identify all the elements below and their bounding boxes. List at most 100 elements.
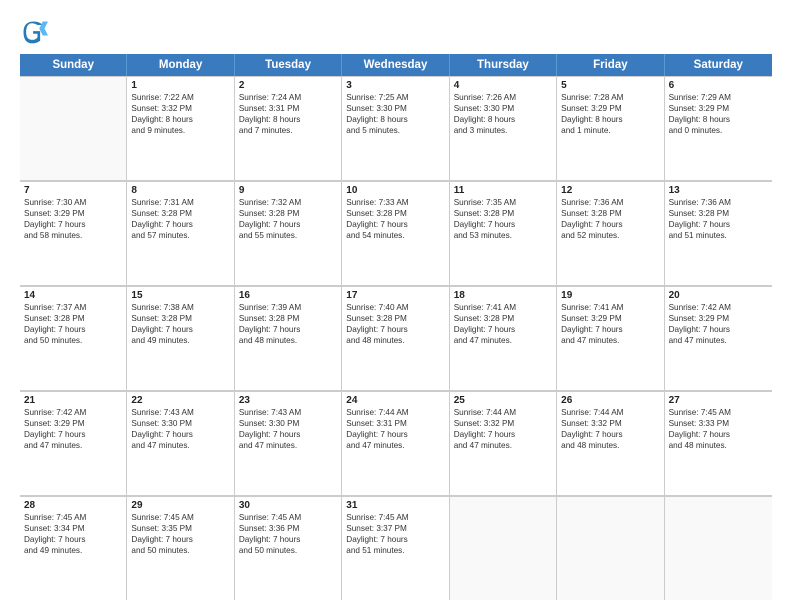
logo-icon xyxy=(20,18,48,46)
day-info-line: Daylight: 7 hours xyxy=(131,219,229,230)
day-cell-14: 14Sunrise: 7:37 AMSunset: 3:28 PMDayligh… xyxy=(20,287,127,390)
weekday-header-tuesday: Tuesday xyxy=(235,54,342,76)
day-number: 10 xyxy=(346,185,444,196)
day-info-line: Sunrise: 7:39 AM xyxy=(239,302,337,313)
day-number: 15 xyxy=(131,290,229,301)
weekday-header-wednesday: Wednesday xyxy=(342,54,449,76)
day-info-line: Daylight: 7 hours xyxy=(454,324,552,335)
day-info-line: Sunset: 3:32 PM xyxy=(131,103,229,114)
day-info-line: Sunrise: 7:41 AM xyxy=(561,302,659,313)
calendar-row-4: 21Sunrise: 7:42 AMSunset: 3:29 PMDayligh… xyxy=(20,391,772,496)
day-info-line: Sunrise: 7:45 AM xyxy=(669,407,768,418)
day-number: 31 xyxy=(346,500,444,511)
day-info-line: Daylight: 7 hours xyxy=(454,429,552,440)
day-number: 1 xyxy=(131,80,229,91)
day-info-line: Sunset: 3:28 PM xyxy=(561,208,659,219)
day-info-line: and 7 minutes. xyxy=(239,125,337,136)
day-cell-19: 19Sunrise: 7:41 AMSunset: 3:29 PMDayligh… xyxy=(557,287,664,390)
day-number: 9 xyxy=(239,185,337,196)
day-number: 8 xyxy=(131,185,229,196)
day-info-line: Sunrise: 7:38 AM xyxy=(131,302,229,313)
day-cell-21: 21Sunrise: 7:42 AMSunset: 3:29 PMDayligh… xyxy=(20,392,127,495)
empty-cell xyxy=(665,497,772,600)
day-info-line: Sunset: 3:28 PM xyxy=(239,208,337,219)
calendar-body: 1Sunrise: 7:22 AMSunset: 3:32 PMDaylight… xyxy=(20,76,772,600)
day-info-line: Sunrise: 7:43 AM xyxy=(239,407,337,418)
day-cell-28: 28Sunrise: 7:45 AMSunset: 3:34 PMDayligh… xyxy=(20,497,127,600)
day-info-line: Daylight: 8 hours xyxy=(346,114,444,125)
day-info-line: Sunrise: 7:45 AM xyxy=(346,512,444,523)
day-number: 27 xyxy=(669,395,768,406)
day-info-line: and 0 minutes. xyxy=(669,125,768,136)
day-info-line: Daylight: 7 hours xyxy=(346,219,444,230)
day-cell-10: 10Sunrise: 7:33 AMSunset: 3:28 PMDayligh… xyxy=(342,182,449,285)
day-info-line: Daylight: 7 hours xyxy=(669,219,768,230)
day-info-line: Sunset: 3:30 PM xyxy=(239,418,337,429)
day-info-line: Sunset: 3:29 PM xyxy=(669,313,768,324)
day-info-line: Sunset: 3:29 PM xyxy=(561,313,659,324)
day-info-line: and 50 minutes. xyxy=(239,545,337,556)
day-info-line: Sunrise: 7:41 AM xyxy=(454,302,552,313)
calendar-header: SundayMondayTuesdayWednesdayThursdayFrid… xyxy=(20,54,772,76)
day-info-line: Sunrise: 7:44 AM xyxy=(454,407,552,418)
day-number: 12 xyxy=(561,185,659,196)
day-cell-11: 11Sunrise: 7:35 AMSunset: 3:28 PMDayligh… xyxy=(450,182,557,285)
day-info-line: and 51 minutes. xyxy=(669,230,768,241)
day-cell-7: 7Sunrise: 7:30 AMSunset: 3:29 PMDaylight… xyxy=(20,182,127,285)
day-number: 22 xyxy=(131,395,229,406)
day-number: 24 xyxy=(346,395,444,406)
calendar: SundayMondayTuesdayWednesdayThursdayFrid… xyxy=(20,54,772,600)
day-number: 5 xyxy=(561,80,659,91)
day-info-line: Daylight: 7 hours xyxy=(239,324,337,335)
calendar-row-5: 28Sunrise: 7:45 AMSunset: 3:34 PMDayligh… xyxy=(20,496,772,600)
day-number: 21 xyxy=(24,395,122,406)
day-info-line: and 54 minutes. xyxy=(346,230,444,241)
day-info-line: and 47 minutes. xyxy=(24,440,122,451)
day-cell-4: 4Sunrise: 7:26 AMSunset: 3:30 PMDaylight… xyxy=(450,77,557,180)
day-info-line: Sunset: 3:28 PM xyxy=(24,313,122,324)
day-info-line: and 5 minutes. xyxy=(346,125,444,136)
day-info-line: Sunset: 3:30 PM xyxy=(346,103,444,114)
day-info-line: Sunrise: 7:35 AM xyxy=(454,197,552,208)
day-cell-6: 6Sunrise: 7:29 AMSunset: 3:29 PMDaylight… xyxy=(665,77,772,180)
day-info-line: and 48 minutes. xyxy=(346,335,444,346)
day-info-line: and 51 minutes. xyxy=(346,545,444,556)
day-info-line: Sunset: 3:28 PM xyxy=(346,208,444,219)
logo xyxy=(20,18,52,46)
day-info-line: Sunrise: 7:45 AM xyxy=(131,512,229,523)
day-number: 16 xyxy=(239,290,337,301)
day-info-line: Daylight: 7 hours xyxy=(669,429,768,440)
day-number: 6 xyxy=(669,80,768,91)
day-info-line: Sunrise: 7:33 AM xyxy=(346,197,444,208)
day-info-line: Sunrise: 7:31 AM xyxy=(131,197,229,208)
day-info-line: Sunrise: 7:44 AM xyxy=(561,407,659,418)
day-number: 26 xyxy=(561,395,659,406)
day-info-line: and 50 minutes. xyxy=(24,335,122,346)
day-info-line: Daylight: 7 hours xyxy=(131,534,229,545)
day-info-line: and 53 minutes. xyxy=(454,230,552,241)
day-info-line: Daylight: 7 hours xyxy=(239,429,337,440)
day-cell-31: 31Sunrise: 7:45 AMSunset: 3:37 PMDayligh… xyxy=(342,497,449,600)
day-info-line: Daylight: 7 hours xyxy=(24,534,122,545)
day-info-line: Sunset: 3:28 PM xyxy=(346,313,444,324)
weekday-header-sunday: Sunday xyxy=(20,54,127,76)
day-info-line: Sunset: 3:28 PM xyxy=(454,208,552,219)
day-cell-22: 22Sunrise: 7:43 AMSunset: 3:30 PMDayligh… xyxy=(127,392,234,495)
day-info-line: Daylight: 7 hours xyxy=(454,219,552,230)
day-info-line: Sunset: 3:31 PM xyxy=(239,103,337,114)
day-cell-13: 13Sunrise: 7:36 AMSunset: 3:28 PMDayligh… xyxy=(665,182,772,285)
day-info-line: Sunrise: 7:26 AM xyxy=(454,92,552,103)
day-cell-12: 12Sunrise: 7:36 AMSunset: 3:28 PMDayligh… xyxy=(557,182,664,285)
day-info-line: Daylight: 7 hours xyxy=(561,219,659,230)
day-cell-29: 29Sunrise: 7:45 AMSunset: 3:35 PMDayligh… xyxy=(127,497,234,600)
day-info-line: and 47 minutes. xyxy=(669,335,768,346)
day-cell-9: 9Sunrise: 7:32 AMSunset: 3:28 PMDaylight… xyxy=(235,182,342,285)
day-info-line: Sunrise: 7:32 AM xyxy=(239,197,337,208)
day-cell-18: 18Sunrise: 7:41 AMSunset: 3:28 PMDayligh… xyxy=(450,287,557,390)
day-info-line: and 57 minutes. xyxy=(131,230,229,241)
day-number: 11 xyxy=(454,185,552,196)
day-info-line: Daylight: 7 hours xyxy=(131,429,229,440)
day-info-line: Daylight: 7 hours xyxy=(239,219,337,230)
day-info-line: Daylight: 7 hours xyxy=(346,429,444,440)
day-info-line: and 50 minutes. xyxy=(131,545,229,556)
